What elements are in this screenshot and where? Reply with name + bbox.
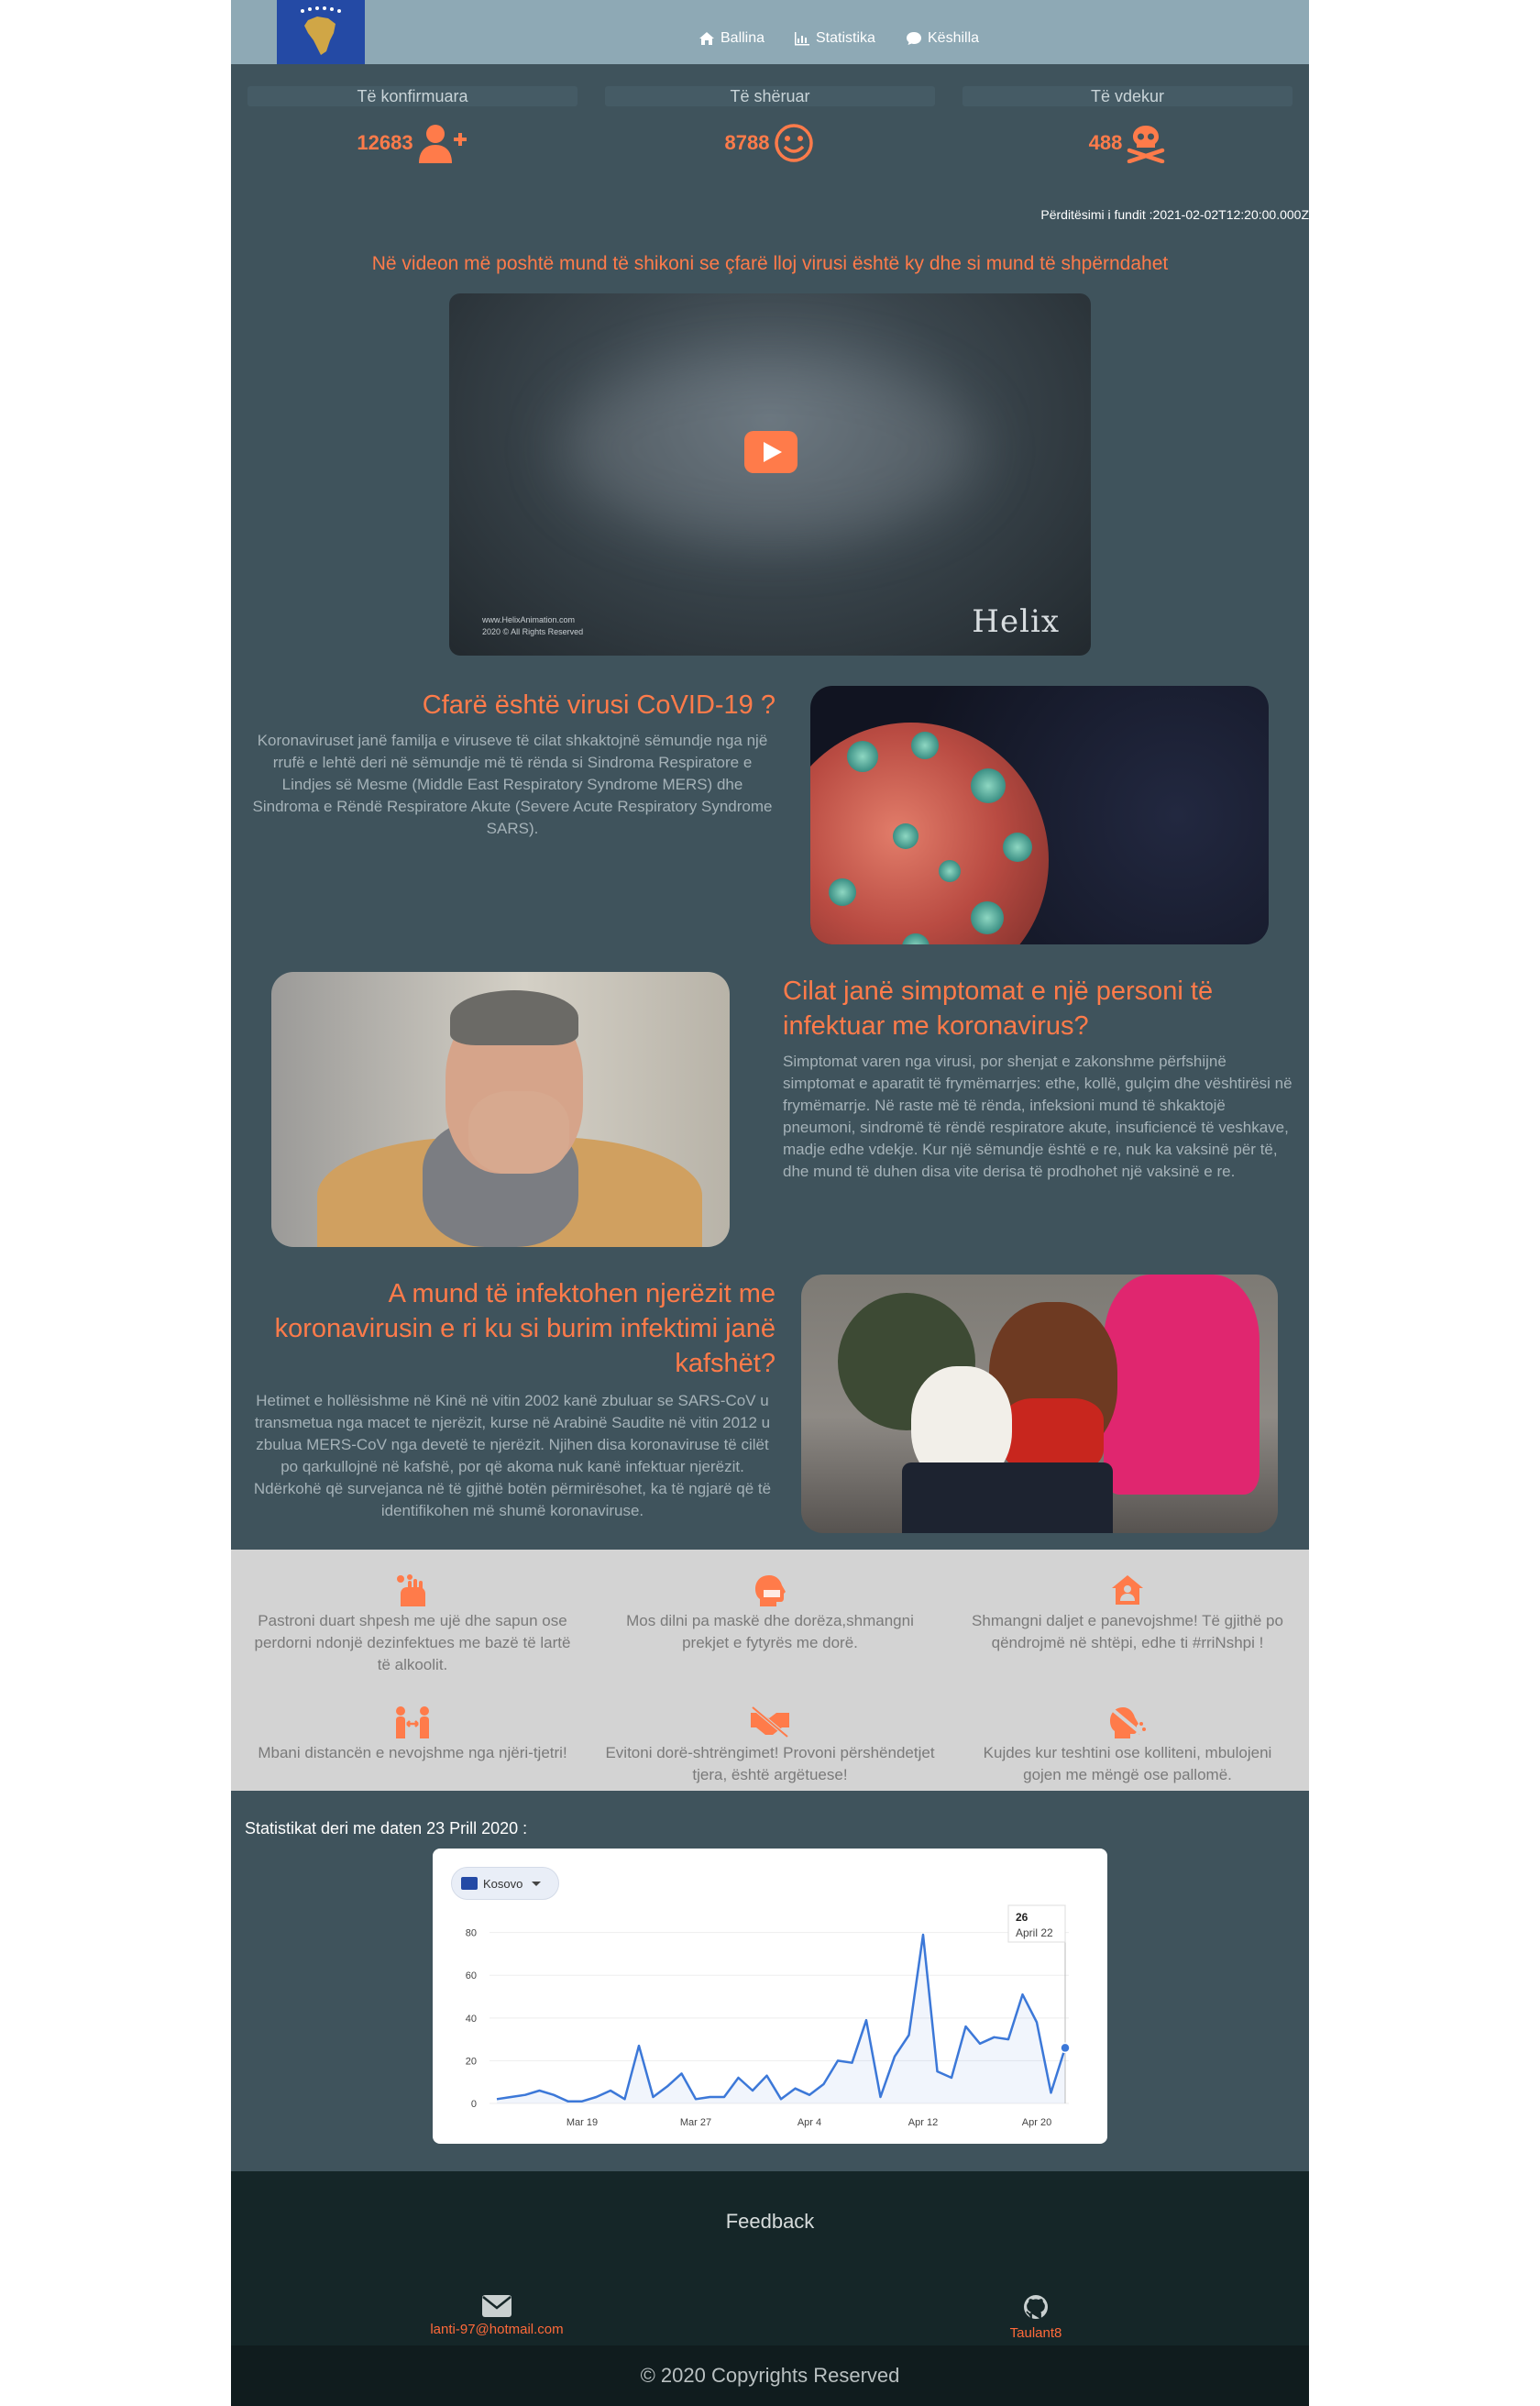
video-credit-line2: 2020 © All Rights Reserved (482, 627, 584, 636)
chart-x-tick-label: Mar 27 (680, 2117, 711, 2128)
hands-wash-icon (397, 1574, 425, 1606)
chart-y-tick-label: 80 (466, 1928, 477, 1939)
chat-icon (907, 32, 921, 45)
last-updated: Përditësimi i fundit :2021-02-02T12:20:0… (1040, 207, 1309, 222)
head-mask-icon (755, 1575, 786, 1606)
caret-down-icon (532, 1881, 542, 1886)
chart-heading: Statistikat deri me daten 23 Prill 2020 … (245, 1819, 528, 1838)
github-username: Taulant8 (1009, 2325, 1062, 2341)
dogs-in-masks-image (801, 1275, 1278, 1533)
tip-wear-mask-text: Mos dilni pa maskë dhe dorëza,shmangni p… (626, 1612, 914, 1651)
copyright: © 2020 Copyrights Reserved (231, 2345, 1309, 2406)
nav-home-label: Ballina (720, 30, 765, 46)
nav-advice[interactable]: Këshilla (906, 30, 979, 47)
chart-x-tick-label: Apr 12 (908, 2117, 938, 2128)
stat-recovered: Të shëruar 8788 (605, 86, 935, 163)
smile-icon (775, 124, 814, 162)
navbar: Ballina Statistika Këshilla (231, 0, 1309, 64)
feedback-title: Feedback (725, 2210, 815, 2233)
envelope-icon (482, 2295, 512, 2317)
tip-wash-hands: Pastroni duart shpesh me ujë dhe sapun o… (248, 1573, 578, 1676)
tip-no-handshake-text: Evitoni dorë-shtrëngimet! Provoni përshë… (605, 1744, 935, 1783)
chart-x-tick-label: Apr 20 (1022, 2117, 1051, 2128)
section-covid-text: Koronaviruset janë familja e viruseve të… (252, 732, 773, 837)
stat-recovered-value: 8788 (724, 131, 770, 154)
chart-tooltip-value: 26 (1016, 1911, 1028, 1924)
home-icon (699, 32, 714, 45)
section-animals-text: Hetimet e hollësishme në Kinë në vitin 2… (253, 1392, 772, 1519)
nav-home[interactable]: Ballina (698, 30, 764, 47)
tip-wear-mask: Mos dilni pa maskë dhe dorëza,shmangni p… (605, 1573, 935, 1654)
chart-hover-point (1060, 2042, 1071, 2054)
tip-wash-hands-text: Pastroni duart shpesh me ujë dhe sapun o… (254, 1612, 571, 1673)
prevention-tips: Pastroni duart shpesh me ujë dhe sapun o… (231, 1550, 1309, 1791)
video-heading: Në videon më poshtë mund të shikoni se ç… (371, 253, 1169, 274)
chart-x-tick-label: Mar 19 (566, 2117, 598, 2128)
chart-y-tick-label: 0 (471, 2099, 477, 2110)
head-cough-icon (1110, 1707, 1147, 1738)
tip-stay-home-text: Shmangni daljet e panevojshme! Të gjithë… (972, 1612, 1283, 1651)
stat-deaths: Të vdekur 488 (962, 86, 1292, 163)
nav-statistics[interactable]: Statistika (794, 30, 875, 47)
chart-y-tick-label: 60 (466, 1970, 477, 1981)
kosovo-flag-logo[interactable] (277, 0, 365, 64)
nav-statistics-label: Statistika (816, 30, 875, 46)
chart-card: 0 20 40 60 80 Mar 19 Mar 27 Apr 4 Apr 12 Apr 20 26… (433, 1849, 1107, 2144)
helix-logo: Helix (972, 603, 1060, 640)
chart-area-fill (497, 1935, 1065, 2103)
house-user-icon (1112, 1575, 1143, 1605)
section-symptoms-text: Simptomat varen nga virusi, por shenjat … (783, 1053, 1292, 1180)
people-arrows-icon (396, 1706, 429, 1738)
tip-no-handshake: Evitoni dorë-shtrëngimet! Provoni përshë… (605, 1705, 935, 1786)
video-credit: www.HelixAnimation.com 2020 © All Rights… (482, 614, 583, 638)
user-plus-icon (418, 125, 467, 163)
section-symptoms-title: Cilat janë simptomat e një personi të in… (783, 977, 1214, 1041)
virus-image (810, 686, 1269, 944)
stat-confirmed-label: Të konfirmuara (357, 87, 468, 105)
chart-tooltip-date: April 22 (1016, 1926, 1053, 1939)
email-address: lanti-97@hotmail.com (430, 2322, 564, 2337)
region-flag-icon (461, 1877, 478, 1890)
stat-confirmed-value: 12683 (357, 131, 413, 154)
email-link[interactable]: lanti-97@hotmail.com (414, 2294, 579, 2337)
stat-deaths-label: Të vdekur (1090, 87, 1165, 105)
tip-cover-cough-text: Kujdes kur teshtini ose kolliteni, mbulo… (983, 1744, 1272, 1783)
stat-recovered-label: Të shëruar (730, 87, 810, 105)
nav-advice-label: Këshilla (928, 30, 980, 46)
chart-y-tick-label: 40 (466, 2014, 477, 2025)
chart-x-tick-label: Apr 4 (798, 2117, 821, 2128)
tip-cover-cough: Kujdes kur teshtini ose kolliteni, mbulo… (962, 1705, 1292, 1786)
bar-chart-icon (795, 32, 809, 46)
skull-crossbones-icon (1128, 126, 1165, 163)
region-select[interactable]: Kosovo (451, 1867, 559, 1900)
tip-keep-distance-text: Mbani distancën e nevojshme nga njëri-tj… (258, 1744, 567, 1761)
page: Ballina Statistika Këshilla Të konfirmua… (231, 0, 1309, 2406)
video-credit-line1: www.HelixAnimation.com (482, 615, 576, 624)
stat-deaths-value: 488 (1088, 131, 1123, 154)
video-player[interactable]: www.HelixAnimation.com 2020 © All Rights… (449, 293, 1091, 656)
section-animals-title: A mund të infektohen njerëzit me koronav… (274, 1279, 776, 1378)
stat-confirmed: Të konfirmuara 12683 (248, 86, 578, 163)
handshake-slash-icon (751, 1705, 789, 1738)
region-select-label: Kosovo (483, 1876, 523, 1891)
github-icon (1024, 2295, 1048, 2319)
coughing-man-image (271, 972, 730, 1247)
github-link[interactable]: Taulant8 (972, 2294, 1100, 2341)
tip-stay-home: Shmangni daljet e panevojshme! Të gjithë… (962, 1573, 1292, 1654)
section-covid-title: Cfarë është virusi CoVID-19 ? (422, 690, 776, 720)
tip-keep-distance: Mbani distancën e nevojshme nga njëri-tj… (248, 1705, 578, 1764)
feedback-section: Feedback lanti-97@hotmail.com Taulant8 (231, 2171, 1309, 2345)
chart-y-tick-label: 20 (466, 2056, 477, 2067)
play-button[interactable] (744, 431, 798, 473)
